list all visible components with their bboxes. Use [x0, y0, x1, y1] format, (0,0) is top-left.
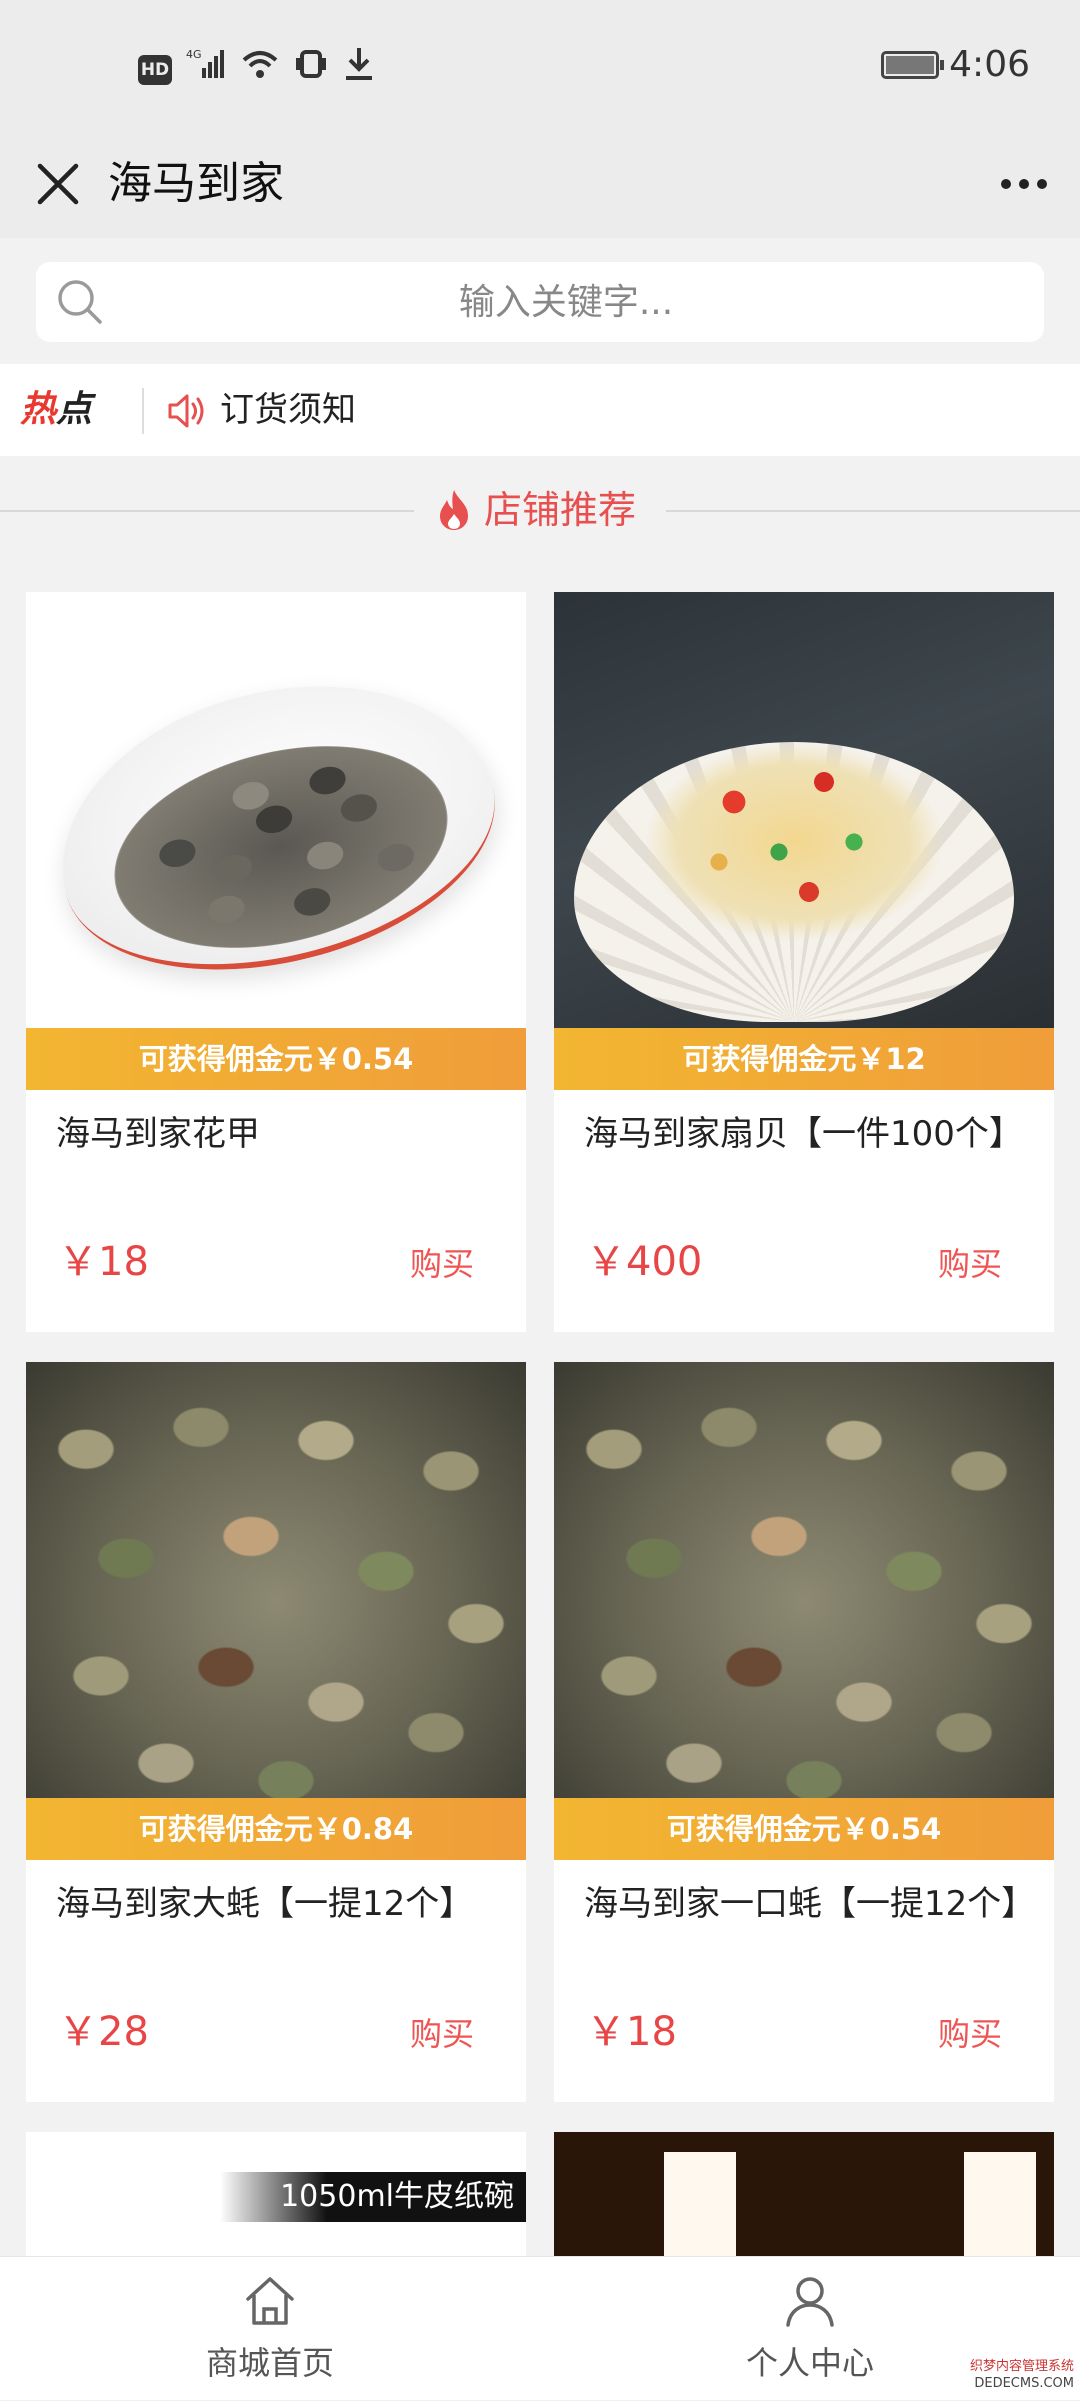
product-image[interactable] — [26, 592, 526, 1028]
commission-banner: 可获得佣金元￥0.54 — [554, 1798, 1054, 1860]
product-card[interactable] — [554, 2132, 1054, 2256]
signal-icon: 4G — [186, 46, 226, 93]
section-divider-right — [666, 510, 1080, 512]
search-box[interactable] — [36, 262, 1044, 342]
close-icon — [37, 163, 79, 205]
status-right: 4:06 — [881, 44, 1030, 85]
hd-icon: HD — [138, 54, 172, 85]
product-card[interactable]: 1050ml牛皮纸碗 — [26, 2132, 526, 2256]
status-bar: HD 4G 4:06 — [0, 0, 1080, 130]
product-price: ￥18 — [586, 2009, 677, 2055]
bottom-tab-bar: 商城首页 个人中心 — [0, 2256, 1080, 2400]
product-card[interactable]: 可获得佣金元￥0.84 海马到家大蚝【一提12个】 ￥28 购买 — [26, 1362, 526, 2102]
product-card[interactable]: 可获得佣金元￥12 海马到家扇贝【一件100个】 ￥400 购买 — [554, 592, 1054, 1332]
vibrate-icon — [294, 46, 328, 93]
tab-home-label: 商城首页 — [205, 2344, 334, 2382]
notice-text: 订货须知 — [220, 390, 356, 430]
more-icon — [1001, 179, 1047, 189]
product-image[interactable] — [554, 1362, 1054, 1798]
search-input[interactable] — [116, 262, 1016, 342]
buy-button[interactable]: 购买 — [938, 1240, 1002, 1288]
title-bar: 海马到家 — [0, 130, 1080, 238]
notice-bar[interactable]: 热点 订货须知 — [0, 364, 1080, 456]
search-icon — [58, 280, 102, 324]
network-type: 4G — [186, 48, 202, 61]
battery-icon — [881, 50, 945, 79]
status-icons: HD 4G — [138, 46, 376, 93]
watermark-line-1: 织梦内容管理系统 — [969, 2359, 1074, 2374]
product-photo-topping — [644, 742, 944, 942]
tab-home[interactable]: 商城首页 — [0, 2257, 540, 2401]
product-photo-oysters — [26, 1362, 526, 1798]
more-button[interactable] — [992, 154, 1056, 214]
product-photo-oysters — [554, 1362, 1054, 1798]
product-card[interactable]: 可获得佣金元￥0.54 海马到家花甲 ￥18 购买 — [26, 592, 526, 1332]
buy-button[interactable]: 购买 — [938, 2010, 1002, 2058]
section-header: 店铺推荐 — [0, 470, 1080, 550]
product-price: ￥400 — [586, 1239, 703, 1285]
product-image[interactable] — [554, 2132, 1054, 2256]
user-icon — [786, 2277, 834, 2327]
fire-icon — [440, 490, 468, 530]
section-divider-left — [0, 510, 414, 512]
hot-label: 热点 — [20, 386, 92, 434]
commission-banner: 可获得佣金元￥0.84 — [26, 1798, 526, 1860]
download-icon — [342, 46, 376, 93]
commission-banner: 可获得佣金元￥0.54 — [26, 1028, 526, 1090]
product-name[interactable]: 海马到家大蚝【一提12个】 — [56, 1880, 496, 1928]
product-photo-light — [664, 2152, 736, 2256]
product-photo-light — [964, 2152, 1036, 2256]
buy-button[interactable]: 购买 — [410, 2010, 474, 2058]
watermark-line-2: DEDECMS.COM — [974, 2376, 1074, 2391]
hot-label-char-1: 热 — [20, 389, 57, 430]
product-image[interactable] — [26, 1362, 526, 1798]
hot-label-char-2: 点 — [56, 389, 93, 430]
buy-button[interactable]: 购买 — [410, 1240, 474, 1288]
wifi-icon — [240, 46, 280, 93]
product-name[interactable]: 海马到家扇贝【一件100个】 — [584, 1110, 1024, 1158]
status-time: 4:06 — [949, 44, 1030, 85]
watermark: 织梦内容管理系统 DEDECMS.COM — [969, 2358, 1074, 2392]
notice-divider — [142, 388, 144, 434]
product-name[interactable]: 海马到家花甲 — [56, 1110, 496, 1158]
product-image[interactable]: 1050ml牛皮纸碗 — [26, 2132, 526, 2256]
page-title: 海马到家 — [108, 158, 284, 209]
search-bar — [0, 238, 1080, 364]
product-image-tag: 1050ml牛皮纸碗 — [220, 2172, 526, 2222]
product-price: ￥18 — [58, 1239, 149, 1285]
close-button[interactable] — [28, 154, 88, 214]
home-icon — [246, 2277, 294, 2325]
section-title: 店铺推荐 — [484, 488, 637, 532]
product-name[interactable]: 海马到家一口蚝【一提12个】 — [584, 1880, 1035, 1928]
speaker-icon — [168, 394, 204, 428]
product-price: ￥28 — [58, 2009, 149, 2055]
product-card[interactable]: 可获得佣金元￥0.54 海马到家一口蚝【一提12个】 ￥18 购买 — [554, 1362, 1054, 2102]
product-image[interactable] — [554, 592, 1054, 1028]
commission-banner: 可获得佣金元￥12 — [554, 1028, 1054, 1090]
